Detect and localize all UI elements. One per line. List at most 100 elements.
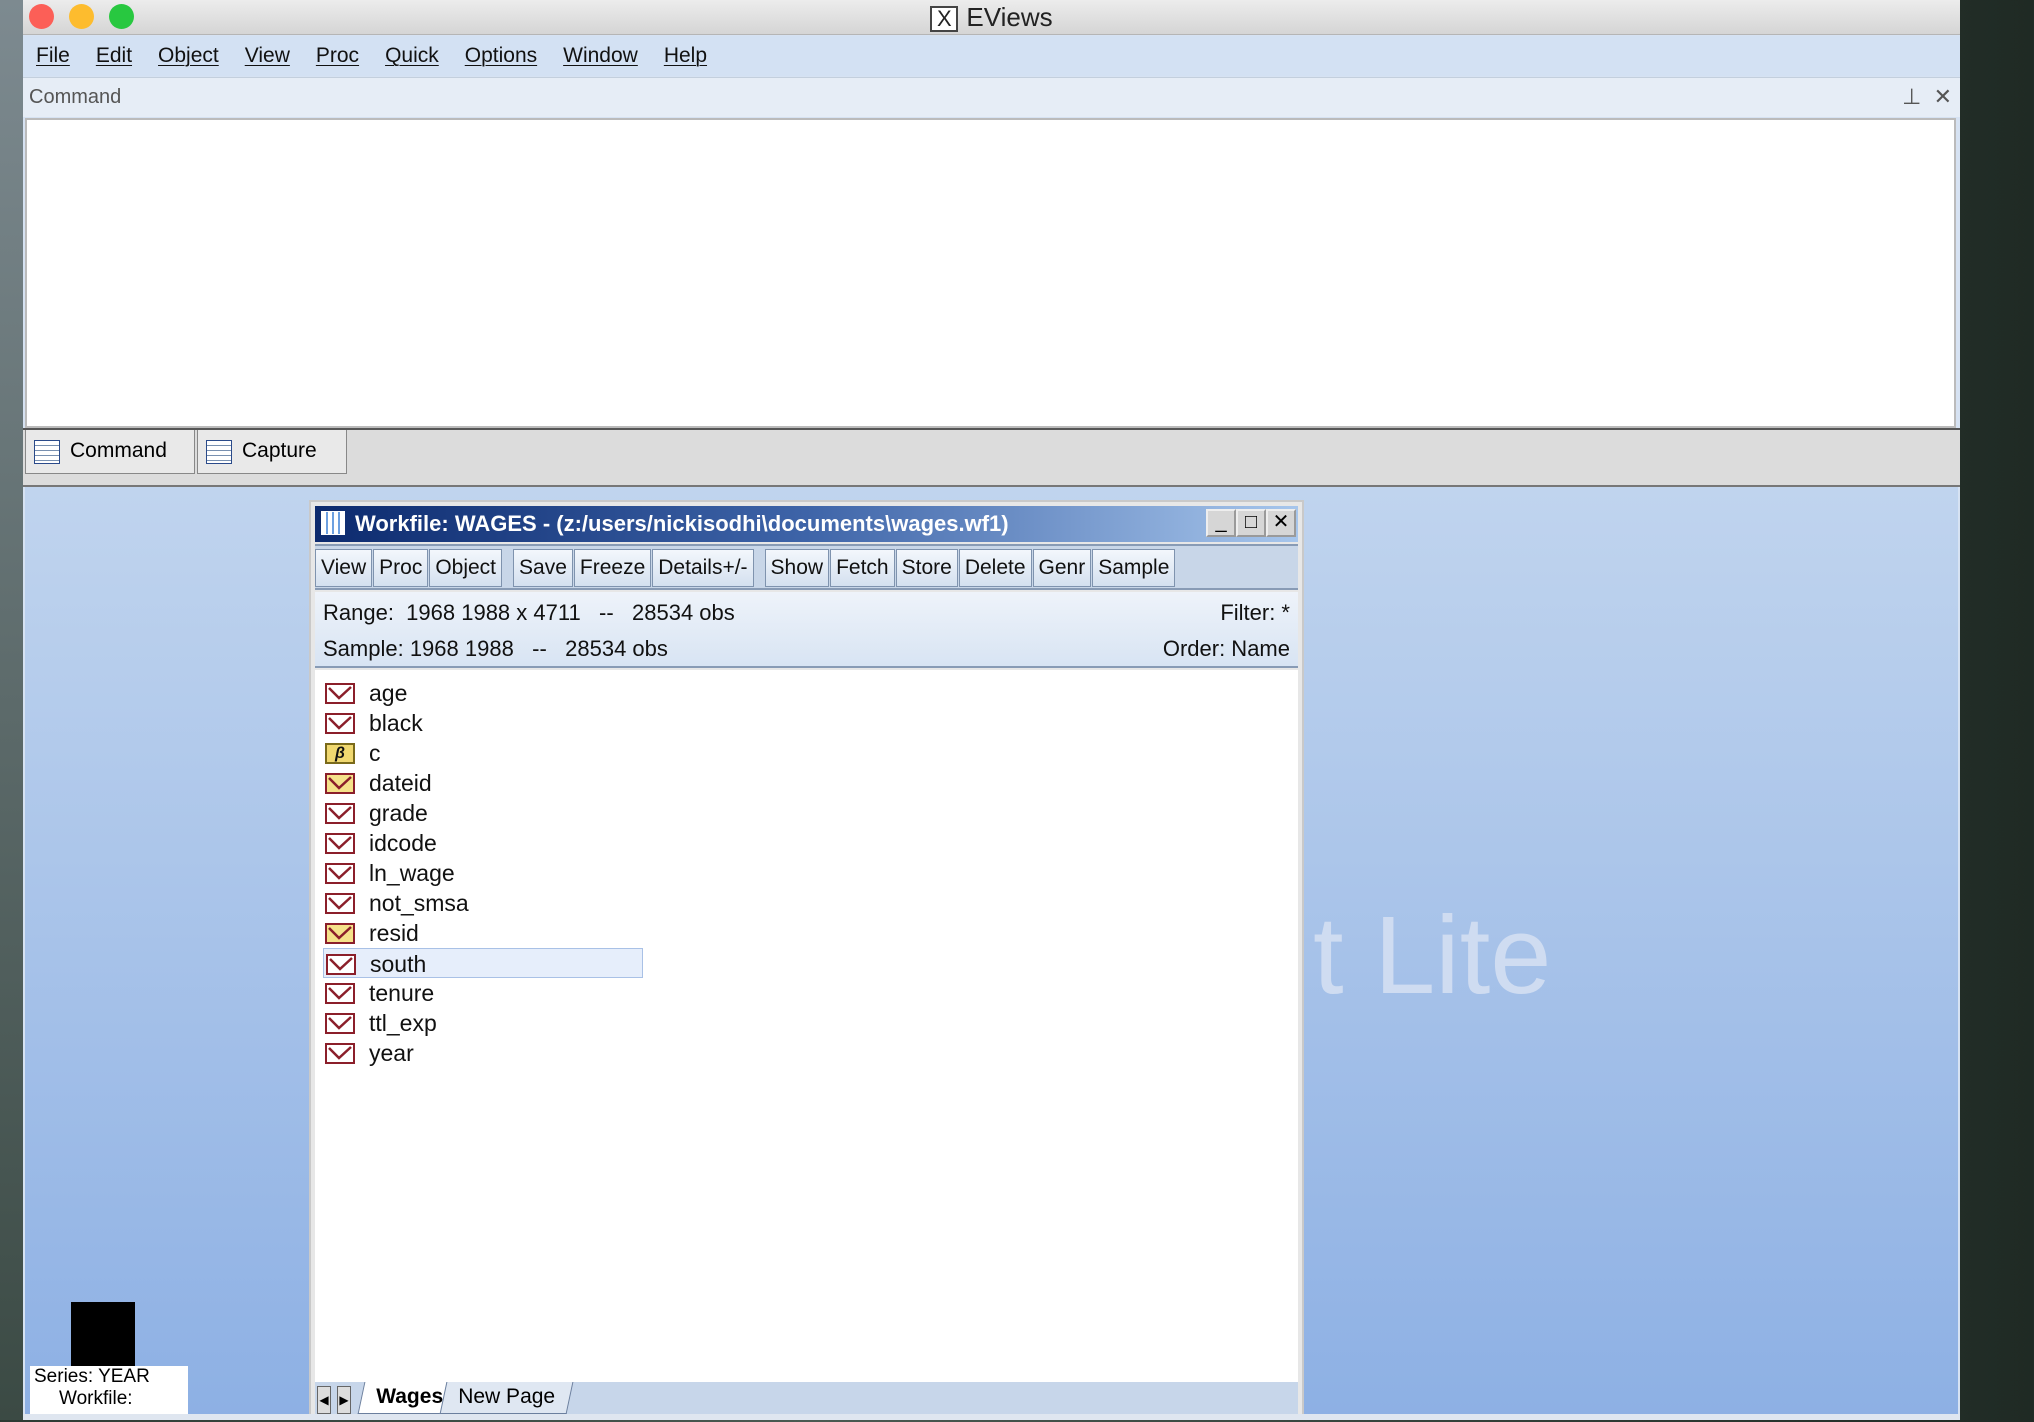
- object-name: c: [369, 740, 381, 766]
- save-button[interactable]: Save: [513, 549, 573, 587]
- command-input[interactable]: [25, 118, 1956, 428]
- series-icon: [325, 833, 355, 854]
- object-button[interactable]: Object: [429, 549, 503, 587]
- maximize-button[interactable]: □: [1236, 509, 1266, 537]
- tab-label: Capture: [242, 439, 317, 462]
- tab-command[interactable]: Command: [25, 430, 195, 474]
- capture-icon: [206, 440, 232, 464]
- scroll-left-arrow[interactable]: ◀: [317, 1386, 331, 1414]
- object-list: age black β c dateid grade idcode ln_wage not_sm…: [315, 670, 1298, 1382]
- delete-button[interactable]: Delete: [958, 549, 1032, 587]
- filter-text[interactable]: Filter: *: [1220, 600, 1290, 626]
- list-item-idcode[interactable]: idcode: [323, 828, 643, 858]
- show-button[interactable]: Show: [764, 549, 830, 587]
- object-name: dateid: [369, 770, 432, 796]
- object-name: idcode: [369, 830, 437, 856]
- fetch-button[interactable]: Fetch: [830, 549, 895, 587]
- zoom-window-button[interactable]: [109, 4, 134, 29]
- menu-window[interactable]: Window: [563, 44, 638, 68]
- order-text[interactable]: Order: Name: [1163, 636, 1290, 662]
- series-icon: [325, 773, 355, 794]
- minimize-button[interactable]: _: [1206, 509, 1236, 537]
- object-name: ln_wage: [369, 860, 455, 886]
- object-name: black: [369, 710, 423, 736]
- command-pane-header: Command ⊥ ✕: [23, 77, 1960, 117]
- range-text[interactable]: Range: 1968 1988 x 4711 -- 28534 obs: [323, 600, 735, 626]
- workfile-title-bar[interactable]: Workfile: WAGES - (z:/users/nickisodhi\d…: [315, 506, 1298, 542]
- coefficient-icon: β: [325, 743, 355, 764]
- series-icon: [325, 863, 355, 884]
- list-item-resid[interactable]: resid: [323, 918, 643, 948]
- object-name: not_smsa: [369, 890, 469, 916]
- eviews-window: X EViews File Edit Object View Proc Quick…: [23, 0, 1960, 1420]
- menu-help[interactable]: Help: [664, 44, 707, 68]
- menu-file[interactable]: File: [36, 44, 70, 68]
- list-item-year[interactable]: year: [323, 1038, 643, 1068]
- object-name: resid: [369, 920, 419, 946]
- list-item-grade[interactable]: grade: [323, 798, 643, 828]
- series-icon: [325, 713, 355, 734]
- workfile-toolbar: View Proc Object Save Freeze Details+/- …: [315, 544, 1298, 590]
- list-item-age[interactable]: age: [323, 678, 643, 708]
- series-icon: [325, 983, 355, 1004]
- list-item-tenure[interactable]: tenure: [323, 978, 643, 1008]
- object-name: tenure: [369, 980, 435, 1006]
- workfile-icon: [321, 511, 345, 535]
- sample-button[interactable]: Sample: [1092, 549, 1176, 587]
- page-tab-label: New Page: [458, 1385, 556, 1408]
- command-icon: [34, 440, 60, 464]
- object-name: grade: [369, 800, 428, 826]
- store-button[interactable]: Store: [895, 549, 958, 587]
- title-bar: X EViews: [23, 0, 1960, 35]
- tab-capture[interactable]: Capture: [197, 430, 347, 474]
- series-icon: [325, 893, 355, 914]
- page-tab-new-page[interactable]: New Page: [439, 1382, 574, 1414]
- close-button[interactable]: ✕: [1266, 509, 1296, 537]
- list-item-dateid[interactable]: dateid: [323, 768, 643, 798]
- workfile-window: Workfile: WAGES - (z:/users/nickisodhi\d…: [309, 500, 1304, 1420]
- object-name: year: [369, 1040, 414, 1066]
- tab-label: Command: [70, 439, 167, 462]
- mdi-workspace: t Lite Workfile: WAGES - (z:/users/nicki…: [25, 487, 1958, 1420]
- proc-button[interactable]: Proc: [373, 549, 429, 587]
- minimize-window-button[interactable]: [69, 4, 94, 29]
- series-icon: [325, 803, 355, 824]
- list-item-black[interactable]: black: [323, 708, 643, 738]
- menu-options[interactable]: Options: [465, 44, 537, 68]
- pin-icon[interactable]: ⊥: [1902, 84, 1921, 109]
- object-name: age: [369, 680, 408, 706]
- list-item-south[interactable]: south: [323, 948, 643, 978]
- series-icon: [325, 1043, 355, 1064]
- minimized-label: Series: YEAR: [34, 1366, 150, 1387]
- workfile-title: Workfile: WAGES - (z:/users/nickisodhi\d…: [355, 511, 1009, 536]
- command-tab-bar: Command Capture: [23, 428, 1960, 487]
- object-name: ttl_exp: [369, 1010, 437, 1036]
- menu-proc[interactable]: Proc: [316, 44, 359, 68]
- series-icon: [326, 954, 356, 975]
- status-bar: [23, 1414, 1960, 1420]
- view-button[interactable]: View: [315, 549, 373, 587]
- scroll-right-arrow[interactable]: ▶: [337, 1386, 351, 1414]
- list-item-ttl-exp[interactable]: ttl_exp: [323, 1008, 643, 1038]
- menu-edit[interactable]: Edit: [96, 44, 132, 68]
- desktop-background: [0, 0, 24, 1420]
- menu-bar: File Edit Object View Proc Quick Options…: [23, 36, 1960, 76]
- minimized-series-year[interactable]: Series: YEAR Workfile:: [30, 1302, 188, 1422]
- series-icon: [325, 1013, 355, 1034]
- details-button[interactable]: Details+/-: [652, 549, 754, 587]
- menu-quick[interactable]: Quick: [385, 44, 439, 68]
- list-item-ln-wage[interactable]: ln_wage: [323, 858, 643, 888]
- list-item-not-smsa[interactable]: not_smsa: [323, 888, 643, 918]
- menu-object[interactable]: Object: [158, 44, 219, 68]
- close-icon[interactable]: ✕: [1934, 84, 1952, 109]
- list-item-c[interactable]: βc: [323, 738, 643, 768]
- freeze-button[interactable]: Freeze: [573, 549, 652, 587]
- close-window-button[interactable]: [29, 4, 54, 29]
- menu-view[interactable]: View: [245, 44, 290, 68]
- object-name: south: [370, 951, 427, 977]
- sample-text[interactable]: Sample: 1968 1988 -- 28534 obs: [323, 636, 668, 662]
- page-tab-label: Wages: [376, 1385, 444, 1408]
- genr-button[interactable]: Genr: [1032, 549, 1092, 587]
- page-tabs: ◀ ▶ Wages New Page: [315, 1382, 1298, 1416]
- minimized-sublabel: Workfile:: [59, 1388, 133, 1409]
